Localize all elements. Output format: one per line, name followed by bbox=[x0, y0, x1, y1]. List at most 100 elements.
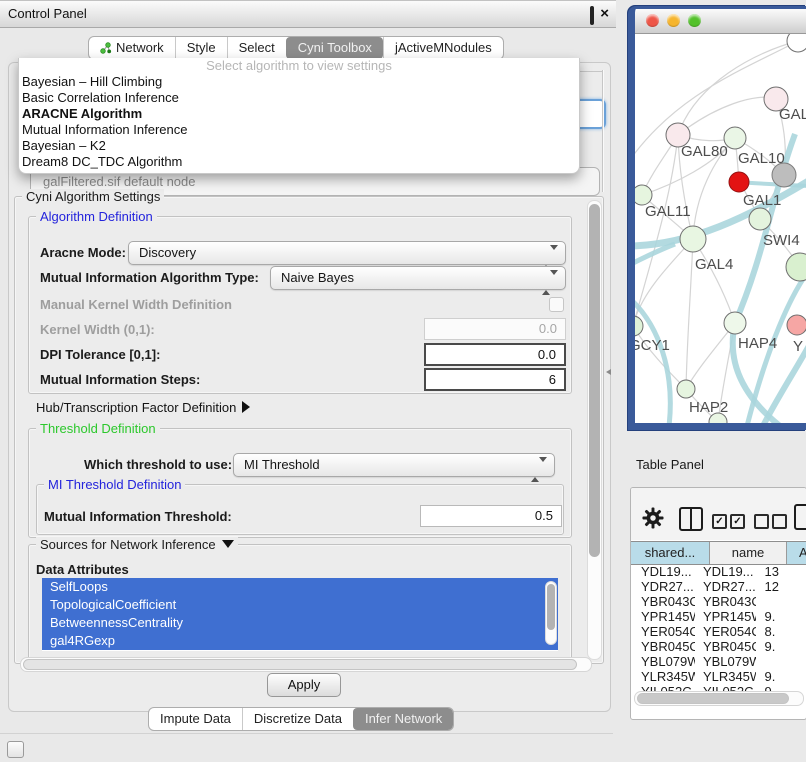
network-node[interactable] bbox=[729, 172, 749, 192]
apply-button[interactable]: Apply bbox=[267, 673, 341, 697]
table-row[interactable]: YDR27...YDR27...12 bbox=[631, 579, 806, 594]
network-edge[interactable] bbox=[635, 135, 678, 326]
table-row[interactable]: YER054CYER054C8. bbox=[631, 624, 806, 639]
network-node-label: GAL4 bbox=[695, 256, 733, 273]
algorithm-option[interactable]: Dream8 DC_TDC Algorithm bbox=[22, 154, 579, 170]
network-node[interactable] bbox=[724, 312, 746, 334]
control-panel-title: Control Panel bbox=[8, 6, 87, 21]
scrollbar-thumb[interactable] bbox=[589, 204, 600, 557]
table-row[interactable]: YBR043CYBR043C bbox=[631, 594, 806, 609]
split-view-icon[interactable] bbox=[679, 507, 703, 531]
float-icon bbox=[590, 6, 594, 25]
mi-threshold-label: Mutual Information Threshold: bbox=[44, 509, 232, 524]
scrollbar-thumb[interactable] bbox=[637, 693, 789, 704]
mi-algorithm-type-label: Mutual Information Algorithm Type: bbox=[40, 270, 259, 285]
settings-group-title: Cyni Algorithm Settings bbox=[22, 189, 164, 204]
close-window-button[interactable]: × bbox=[600, 8, 609, 20]
column-header-shared-name[interactable]: shared... bbox=[631, 542, 710, 564]
algorithm-option[interactable]: Basic Correlation Inference bbox=[22, 90, 579, 106]
deselect-all-icon[interactable] bbox=[754, 514, 769, 529]
network-node[interactable] bbox=[677, 380, 695, 398]
expander-label: Hub/Transcription Factor Definition bbox=[36, 400, 236, 415]
network-edge[interactable] bbox=[693, 239, 735, 323]
network-node[interactable] bbox=[786, 253, 806, 281]
network-edge[interactable] bbox=[678, 97, 776, 135]
data-attributes-label: Data Attributes bbox=[36, 562, 129, 577]
manual-kernel-checkbox[interactable] bbox=[549, 297, 564, 312]
sources-group-title[interactable]: Sources for Network Inference bbox=[36, 537, 238, 552]
column-header-name[interactable]: name bbox=[710, 542, 787, 564]
float-window-button[interactable] bbox=[590, 8, 594, 23]
algorithm-option[interactable]: Mutual Information Inference bbox=[22, 122, 579, 138]
zoom-traffic-light[interactable] bbox=[688, 14, 701, 27]
network-node[interactable] bbox=[787, 315, 806, 335]
network-node[interactable] bbox=[787, 34, 806, 52]
dpi-tolerance-field[interactable]: 0.0 bbox=[424, 343, 566, 366]
network-view-window: GALGAL80GAL10GAL1GAL11SWI4GAL4GCY1HAP4YH… bbox=[628, 6, 806, 430]
network-window-titlebar[interactable] bbox=[635, 9, 806, 34]
minimize-traffic-light[interactable] bbox=[667, 14, 680, 27]
column-header-clipped[interactable]: A bbox=[787, 542, 806, 564]
which-threshold-combo[interactable]: MI Threshold bbox=[233, 453, 555, 477]
table-row[interactable]: YBL079WYBL079W bbox=[631, 654, 806, 669]
algorithm-definition-title: Algorithm Definition bbox=[36, 209, 157, 224]
table-cell: 13 bbox=[756, 564, 806, 579]
mi-steps-field[interactable]: 6 bbox=[424, 368, 566, 391]
sources-title-label: Sources for Network Inference bbox=[40, 537, 216, 552]
table-row[interactable]: YDL19...YDL19...13 bbox=[631, 564, 806, 579]
table-panel: ✓ ✓ shared... name A YDL19...YDL19...13Y… bbox=[630, 487, 806, 720]
algorithm-option[interactable]: Bayesian – K2 bbox=[22, 138, 579, 154]
tab-style[interactable]: Style bbox=[175, 37, 227, 59]
tab-cyni-toolbox[interactable]: Cyni Toolbox bbox=[286, 37, 383, 59]
tab-impute-data[interactable]: Impute Data bbox=[149, 708, 242, 730]
tab-jactivemnodules[interactable]: jActiveMNodules bbox=[383, 37, 503, 59]
table-row[interactable]: YPR145WYPR145W9. bbox=[631, 609, 806, 624]
aracne-mode-combo[interactable]: Discovery bbox=[128, 241, 566, 265]
data-attribute-item[interactable]: gal4RGexp bbox=[42, 632, 558, 650]
hub-definition-expander[interactable]: Hub/Transcription Factor Definition bbox=[36, 400, 250, 415]
table-cell bbox=[756, 594, 806, 609]
table-row[interactable]: YBR045CYBR045C9. bbox=[631, 639, 806, 654]
close-traffic-light[interactable] bbox=[646, 14, 659, 27]
gear-icon[interactable] bbox=[642, 507, 664, 529]
network-edge[interactable] bbox=[635, 326, 686, 389]
tab-network[interactable]: Network bbox=[89, 37, 175, 59]
table-cell: 9. bbox=[756, 609, 806, 624]
data-attribute-item[interactable]: TopologicalCoefficient bbox=[42, 596, 558, 614]
data-attribute-item[interactable]: BetweennessCentrality bbox=[42, 614, 558, 632]
splitter-handle-icon[interactable] bbox=[606, 369, 611, 375]
collapsed-panel-button[interactable] bbox=[7, 741, 24, 758]
network-node[interactable] bbox=[749, 208, 771, 230]
settings-horizontal-scrollbar[interactable] bbox=[20, 657, 592, 672]
mi-threshold-field[interactable]: 0.5 bbox=[420, 505, 562, 527]
mi-algorithm-type-combo[interactable]: Naive Bayes bbox=[270, 266, 566, 290]
select-all-icon[interactable]: ✓ bbox=[712, 514, 727, 529]
network-node[interactable] bbox=[635, 316, 643, 336]
table-panel-title: Table Panel bbox=[636, 457, 704, 472]
network-node[interactable] bbox=[635, 185, 652, 205]
tab-label: Discretize Data bbox=[254, 708, 342, 730]
document-icon[interactable] bbox=[794, 504, 806, 530]
network-edge[interactable] bbox=[686, 239, 693, 389]
data-attribute-item[interactable]: SelfLoops bbox=[42, 578, 558, 596]
kernel-width-field: 0.0 bbox=[424, 318, 566, 340]
combo-value: MI Threshold bbox=[244, 457, 320, 472]
network-node[interactable] bbox=[680, 226, 706, 252]
tab-select[interactable]: Select bbox=[227, 37, 286, 59]
table-horizontal-scrollbar[interactable] bbox=[634, 691, 804, 706]
network-canvas[interactable]: GALGAL80GAL10GAL1GAL11SWI4GAL4GCY1HAP4YH… bbox=[635, 34, 806, 423]
network-edge[interactable] bbox=[686, 323, 735, 389]
attributes-scrollbar[interactable] bbox=[545, 581, 557, 645]
settings-vertical-scrollbar[interactable] bbox=[587, 200, 602, 660]
tab-infer-network[interactable]: Infer Network bbox=[353, 708, 453, 730]
algorithm-option[interactable]: Bayesian – Hill Climbing bbox=[22, 74, 579, 90]
algorithm-option[interactable]: ARACNE Algorithm bbox=[22, 106, 579, 122]
select-all-icon-2[interactable]: ✓ bbox=[730, 514, 745, 529]
network-edge-highlighted[interactable] bbox=[635, 296, 670, 423]
table-row[interactable]: YLR345WYLR345W9. bbox=[631, 669, 806, 684]
deselect-all-icon-2[interactable] bbox=[772, 514, 787, 529]
scrollbar-thumb[interactable] bbox=[23, 659, 577, 670]
stepper-arrows-icon bbox=[531, 459, 547, 481]
tab-discretize-data[interactable]: Discretize Data bbox=[242, 708, 353, 730]
scrollbar-thumb[interactable] bbox=[547, 584, 555, 630]
